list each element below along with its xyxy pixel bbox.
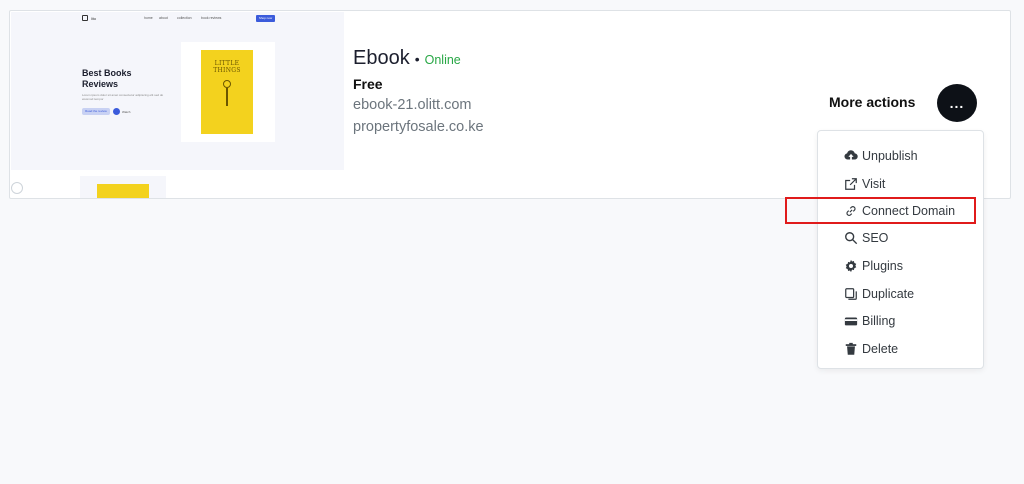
menu-item-billing[interactable]: Billing [844,312,895,330]
thumbnail-play-label: Watch [122,110,131,114]
site-thumbnail[interactable]: lito home about collection book reviews … [11,12,344,170]
menu-item-visit[interactable]: Visit [844,175,885,193]
site-name-row: Ebook • Online [353,47,484,71]
trash-icon [844,342,858,356]
thumbnail-nav-item: about [159,16,168,20]
select-radio[interactable] [11,182,23,194]
menu-item-delete[interactable]: Delete [844,340,898,358]
site-name: Ebook [353,47,410,69]
thumbnail-logo: lito [82,15,96,21]
cloud-upload-icon [844,149,858,163]
thumbnail-nav-item: home [144,16,153,20]
menu-item-label: Plugins [862,259,903,273]
site-domain-link[interactable]: ebook-21.olitt.com [353,94,484,116]
menu-item-label: Connect Domain [862,204,956,218]
menu-item-plugins[interactable]: Plugins [844,257,903,275]
site-domain-link[interactable]: propertyfosale.co.ke [353,116,484,138]
more-actions-button[interactable]: ... [937,84,977,122]
book-panel: LITTLE THINGS [181,42,275,142]
menu-item-label: Unpublish [862,149,918,163]
separator-dot: • [414,51,420,67]
book-illustration [216,80,238,110]
menu-item-unpublish[interactable]: Unpublish [844,147,918,165]
billing-icon [844,314,858,328]
thumbnail-cta-button: Read the review [82,108,110,115]
external-link-icon [844,177,858,191]
menu-item-connect-domain[interactable]: Connect Domain [844,202,955,220]
ellipsis-icon: ... [949,95,965,111]
thumbnail-cta-top: Shop now [256,15,275,22]
logo-icon [82,15,88,21]
thumbnail-nav-item: book reviews [201,16,222,20]
site-info: Ebook • Online Free ebook-21.olitt.com p… [353,47,484,138]
book-title: LITTLE THINGS [213,60,241,74]
search-icon [844,231,858,245]
thumbnail-subtitle: Lorem ipsum dolor sit amet consectetur a… [82,93,164,101]
status-badge: Online [424,53,461,67]
actions-menu: Unpublish Visit Connect Domain SEO Plugi… [817,130,984,369]
thumbnail-title: Best Books Reviews [82,68,132,89]
menu-item-label: Delete [862,342,899,356]
menu-item-duplicate[interactable]: Duplicate [844,285,914,303]
link-icon [844,204,858,218]
plan-label: Free [353,76,383,92]
play-icon [113,108,120,115]
menu-item-seo[interactable]: SEO [844,229,888,247]
book-cover: LITTLE THINGS [201,50,253,134]
duplicate-icon [844,287,858,301]
thumbnail-overflow [80,176,166,198]
menu-item-label: Billing [862,314,896,328]
gear-icon [844,259,858,273]
menu-item-label: Visit [862,177,886,191]
more-actions-label: More actions [829,94,916,110]
menu-item-label: Duplicate [862,287,915,301]
thumbnail-nav-item: collection [177,16,192,20]
menu-item-label: SEO [862,231,889,245]
